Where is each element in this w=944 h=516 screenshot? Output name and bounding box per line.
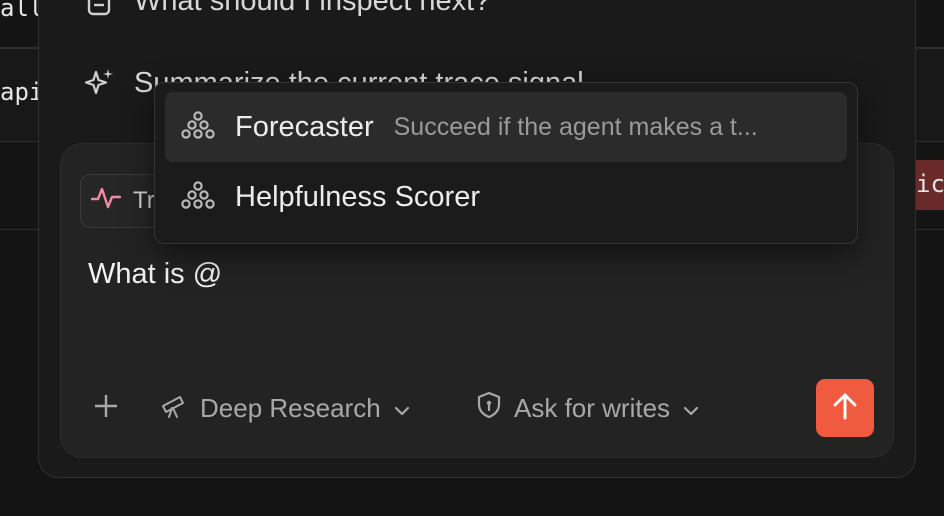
mention-option[interactable]: Helpfulness Scorer [165, 162, 847, 232]
plus-icon [93, 393, 119, 424]
chevron-down-icon [393, 393, 411, 424]
chevron-down-icon [682, 393, 700, 424]
permission-label: Ask for writes [514, 392, 671, 423]
mention-option-name: Forecaster [235, 110, 374, 143]
shield-icon [476, 391, 502, 426]
suggestion-item[interactable]: What should I inspect next? [82, 0, 490, 18]
activity-icon [90, 186, 122, 217]
research-mode-dropdown[interactable]: Deep Research [160, 384, 411, 432]
sparkles-icon [82, 66, 116, 100]
scorer-icon [181, 110, 215, 145]
mention-option[interactable]: Forecaster Succeed if the agent makes a … [165, 92, 847, 162]
background-badge: ica [914, 160, 944, 210]
arrow-up-icon [831, 391, 859, 426]
scorer-icon [181, 180, 215, 215]
message-input[interactable]: What is @ [88, 258, 222, 291]
composer-toolbar: Deep Research Ask for writes [88, 384, 874, 432]
background-badge-text: ica [916, 170, 944, 198]
suggestion-label: What should I inspect next? [134, 0, 491, 17]
background-cell-text: all [0, 0, 44, 22]
research-mode-label: Deep Research [200, 392, 381, 423]
mention-popup: Forecaster Succeed if the agent makes a … [154, 82, 858, 244]
mention-option-description: Succeed if the agent makes a t... [393, 112, 758, 141]
add-attachment-button[interactable] [88, 384, 124, 432]
permission-dropdown[interactable]: Ask for writes [476, 384, 700, 432]
background-cell-text: api [0, 78, 44, 106]
document-icon [82, 0, 116, 18]
send-button[interactable] [816, 379, 874, 437]
telescope-icon [160, 391, 188, 426]
mention-option-name: Helpfulness Scorer [235, 180, 480, 213]
